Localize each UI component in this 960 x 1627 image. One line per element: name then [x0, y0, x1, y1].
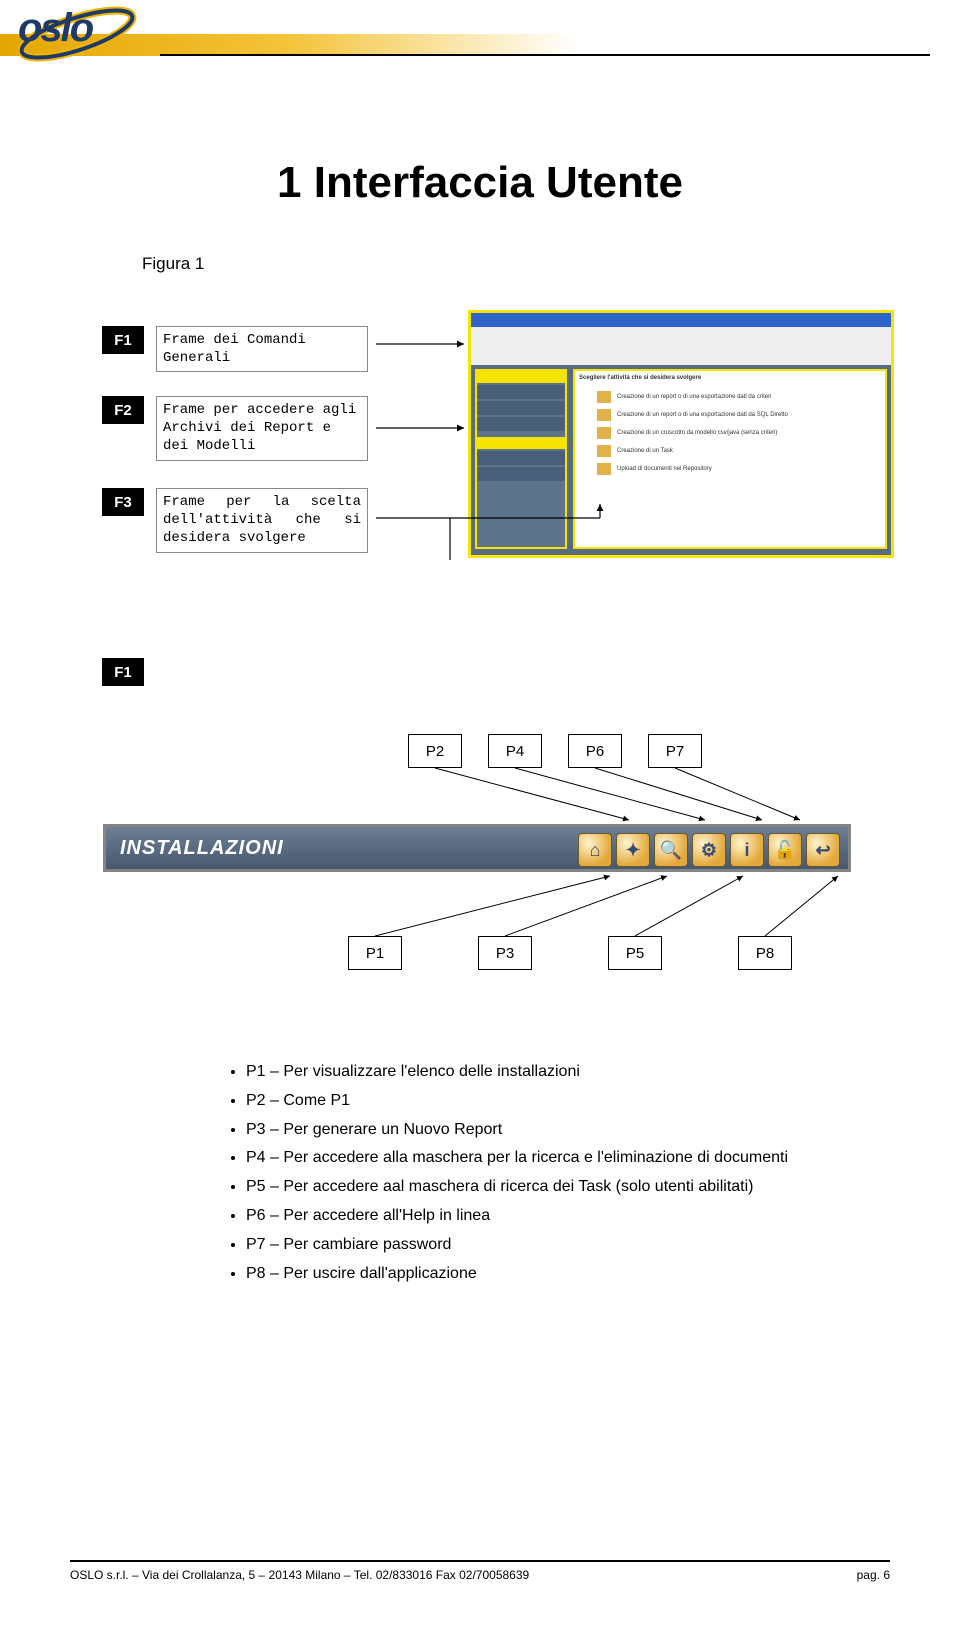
- p-label-p2: P2: [408, 734, 462, 768]
- p-label-p7: P7: [648, 734, 702, 768]
- footer-right: pag. 6: [857, 1568, 890, 1582]
- toolbar-icons: ⌂ ✦ 🔍 ⚙ i 🔓 ↩: [578, 833, 840, 867]
- p-label-p5: P5: [608, 936, 662, 970]
- frame-desc-f3: Frame per la scelta dell'attività che si…: [156, 488, 368, 553]
- figure-caption: Figura 1: [142, 254, 204, 274]
- header-stripe: [0, 34, 960, 56]
- page-title: 1 Interfaccia Utente: [0, 158, 960, 208]
- legend-item: P7 – Per cambiare password: [246, 1233, 840, 1258]
- exit-icon[interactable]: ↩: [806, 833, 840, 867]
- p-label-p3: P3: [478, 936, 532, 970]
- main-panel-region: Scegliere l'attività che si desidera svo…: [573, 369, 887, 549]
- legend-item: P5 – Per accedere aal maschera di ricerc…: [246, 1175, 840, 1200]
- legend-item: P2 – Come P1: [246, 1089, 840, 1114]
- legend-item: P6 – Per accedere all'Help in linea: [246, 1204, 840, 1229]
- legend-item: P4 – Per accedere alla maschera per la r…: [246, 1146, 840, 1171]
- footer-left: OSLO s.r.l. – Via dei Crollalanza, 5 – 2…: [70, 1568, 529, 1582]
- logo-text: oslo: [18, 6, 92, 50]
- activity-row: Creazione di un report o di una esportaz…: [617, 412, 788, 418]
- gear-icon[interactable]: ⚙: [692, 833, 726, 867]
- side-panel-region: [475, 369, 567, 549]
- legend-item: P1 – Per visualizzare l'elenco delle ins…: [246, 1060, 840, 1085]
- frame-tag-f3: F3: [102, 488, 144, 516]
- app-screenshot: Scegliere l'attività che si desidera svo…: [468, 310, 894, 558]
- legend-item: P3 – Per generare un Nuovo Report: [246, 1118, 840, 1143]
- p-label-p1: P1: [348, 936, 402, 970]
- titlebar-region: [471, 313, 891, 327]
- legend-list: P1 – Per visualizzare l'elenco delle ins…: [220, 1060, 840, 1290]
- install-toolbar: INSTALLAZIONI ⌂ ✦ 🔍 ⚙ i 🔓 ↩: [103, 824, 851, 872]
- legend-item: P8 – Per uscire dall'applicazione: [246, 1262, 840, 1287]
- page-footer: OSLO s.r.l. – Via dei Crollalanza, 5 – 2…: [70, 1560, 890, 1582]
- install-label: INSTALLAZIONI: [120, 837, 284, 860]
- activity-row: Upload di documenti nel Repository: [617, 466, 712, 472]
- p-label-p6: P6: [568, 734, 622, 768]
- connector-arrows-bottom: [0, 700, 960, 1050]
- lock-icon[interactable]: 🔓: [768, 833, 802, 867]
- frame-desc-f2: Frame per accedere agli Archivi dei Repo…: [156, 396, 368, 461]
- p-label-p4: P4: [488, 734, 542, 768]
- toolbar-region: [471, 327, 891, 365]
- page-header: oslo: [0, 0, 960, 82]
- activity-row: Creazione di un report o di una esportaz…: [617, 394, 771, 400]
- generate-icon[interactable]: ✦: [616, 833, 650, 867]
- activity-header: Scegliere l'attività che si desidera svo…: [579, 375, 701, 381]
- p-label-p8: P8: [738, 936, 792, 970]
- frame-tag-f1: F1: [102, 326, 144, 354]
- activity-row: Creazione di un Task: [617, 448, 673, 454]
- frame-tag-f1-repeat: F1: [102, 658, 144, 686]
- header-rule: [160, 54, 930, 56]
- frame-tag-f2: F2: [102, 396, 144, 424]
- frame-desc-f1: Frame dei Comandi Generali: [156, 326, 368, 372]
- activity-row: Creazione di un cruscotto da modello csv…: [617, 430, 777, 436]
- home-icon[interactable]: ⌂: [578, 833, 612, 867]
- search-icon[interactable]: 🔍: [654, 833, 688, 867]
- info-icon[interactable]: i: [730, 833, 764, 867]
- logo: oslo: [18, 6, 92, 51]
